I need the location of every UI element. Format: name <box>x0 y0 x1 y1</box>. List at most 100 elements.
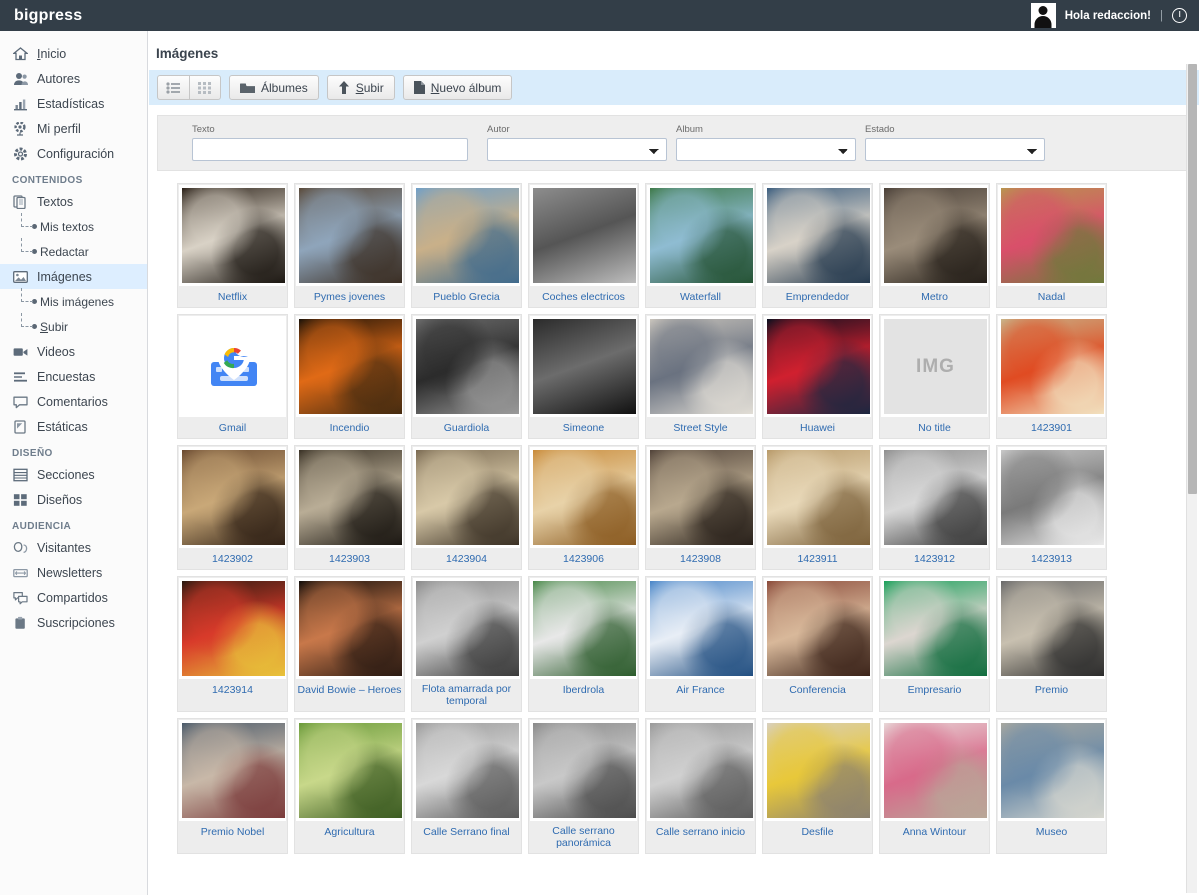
sidebar-subitem-subir[interactable]: Subir <box>0 313 147 339</box>
gallery-item-caption[interactable]: Agricultura <box>295 822 404 842</box>
sidebar-item-configuracion[interactable]: Configuración <box>0 141 147 166</box>
gallery-item[interactable]: 1423902 <box>177 445 288 570</box>
gallery-item[interactable]: Agricultura <box>294 718 405 854</box>
gallery-item-caption[interactable]: 1423904 <box>412 549 521 569</box>
gallery-item-caption[interactable]: 1423914 <box>178 680 287 700</box>
gallery-item[interactable]: Incendio <box>294 314 405 439</box>
list-view-button[interactable] <box>157 75 190 100</box>
gallery-item-caption[interactable]: 1423906 <box>529 549 638 569</box>
gallery-item[interactable]: Netflix <box>177 183 288 308</box>
sidebar-item-estadisticas[interactable]: Estadísticas <box>0 91 147 116</box>
gallery-item[interactable]: Coches electricos <box>528 183 639 308</box>
upload-button[interactable]: Subir <box>326 75 395 100</box>
gallery-item-caption[interactable]: Empresario <box>880 680 989 700</box>
gallery-item[interactable]: Guardiola <box>411 314 522 439</box>
sidebar-item-suscripciones[interactable]: Suscripciones <box>0 610 147 635</box>
gallery-item[interactable]: Premio <box>996 576 1107 712</box>
gallery-item[interactable]: Metro <box>879 183 990 308</box>
gallery-item[interactable]: David Bowie – Heroes <box>294 576 405 712</box>
sidebar-item-newsletters[interactable]: Newsletters <box>0 560 147 585</box>
power-icon[interactable] <box>1172 8 1187 23</box>
gallery-item[interactable]: 1423913 <box>996 445 1107 570</box>
gallery-item-caption[interactable]: Huawei <box>763 418 872 438</box>
gallery-item[interactable]: Huawei <box>762 314 873 439</box>
gallery-item[interactable]: 1423911 <box>762 445 873 570</box>
scrollbar-thumb[interactable] <box>1188 64 1197 494</box>
gallery-item-caption[interactable]: Guardiola <box>412 418 521 438</box>
sidebar-item-estaticas[interactable]: Estáticas <box>0 414 147 439</box>
gallery-item-caption[interactable]: 1423901 <box>997 418 1106 438</box>
gallery-item-caption[interactable]: 1423908 <box>646 549 755 569</box>
sidebar-item-disenos[interactable]: Diseños <box>0 487 147 512</box>
gallery-item-caption[interactable]: Air France <box>646 680 755 700</box>
gallery-item-caption[interactable]: Premio <box>997 680 1106 700</box>
albums-button[interactable]: Álbumes <box>229 75 319 100</box>
gallery-item[interactable]: 1423906 <box>528 445 639 570</box>
sidebar-item-encuestas[interactable]: Encuestas <box>0 364 147 389</box>
gallery-item[interactable]: 1423903 <box>294 445 405 570</box>
gallery-item[interactable]: Pymes jovenes <box>294 183 405 308</box>
gallery-item[interactable]: Calle Serrano final <box>411 718 522 854</box>
gallery-item[interactable]: Gmail <box>177 314 288 439</box>
gallery-item[interactable]: Emprendedor <box>762 183 873 308</box>
gallery-item-caption[interactable]: Gmail <box>178 418 287 438</box>
gallery-item-caption[interactable]: Pueblo Grecia <box>412 287 521 307</box>
gallery-item-caption[interactable]: Flota amarrada por temporal <box>412 680 521 711</box>
gallery-item[interactable]: Conferencia <box>762 576 873 712</box>
album-select[interactable] <box>676 138 856 161</box>
gallery-item-caption[interactable]: 1423912 <box>880 549 989 569</box>
gallery-item-caption[interactable]: Conferencia <box>763 680 872 700</box>
gallery-item-caption[interactable]: 1423913 <box>997 549 1106 569</box>
gallery-item-caption[interactable]: Metro <box>880 287 989 307</box>
gallery-item[interactable]: Nadal <box>996 183 1107 308</box>
gallery-item[interactable]: 1423908 <box>645 445 756 570</box>
gallery-item[interactable]: 1423914 <box>177 576 288 712</box>
gallery-item-caption[interactable]: Emprendedor <box>763 287 872 307</box>
gallery-item[interactable]: Empresario <box>879 576 990 712</box>
gallery-item-caption[interactable]: Pymes jovenes <box>295 287 404 307</box>
new-album-button[interactable]: Nuevo álbum <box>402 75 513 100</box>
sidebar-item-autores[interactable]: Autores <box>0 66 147 91</box>
gallery-item[interactable]: Waterfall <box>645 183 756 308</box>
gallery-item[interactable]: 1423904 <box>411 445 522 570</box>
sidebar-item-secciones[interactable]: Secciones <box>0 462 147 487</box>
gallery-item[interactable]: Simeone <box>528 314 639 439</box>
gallery-item-caption[interactable]: Desfile <box>763 822 872 842</box>
sidebar-item-compartidos[interactable]: Compartidos <box>0 585 147 610</box>
gallery-item-caption[interactable]: Anna Wintour <box>880 822 989 842</box>
gallery-item[interactable]: Iberdrola <box>528 576 639 712</box>
grid-view-button[interactable] <box>190 75 221 100</box>
gallery-item-caption[interactable]: 1423911 <box>763 549 872 569</box>
sidebar-subitem-mis-textos[interactable]: Mis textos <box>0 213 147 239</box>
gallery-item-caption[interactable]: Coches electricos <box>529 287 638 307</box>
gallery-item-caption[interactable]: Calle Serrano final <box>412 822 521 842</box>
gallery-item[interactable]: Pueblo Grecia <box>411 183 522 308</box>
gallery-item[interactable]: Calle serrano inicio <box>645 718 756 854</box>
gallery-item-caption[interactable]: 1423902 <box>178 549 287 569</box>
gallery-item[interactable]: Calle serrano panorámica <box>528 718 639 854</box>
gallery-item-caption[interactable]: Calle serrano panorámica <box>529 822 638 853</box>
sidebar-item-visitantes[interactable]: Visitantes <box>0 535 147 560</box>
sidebar-subitem-mis-imagenes[interactable]: Mis imágenes <box>0 288 147 314</box>
gallery-item[interactable]: 1423901 <box>996 314 1107 439</box>
search-input[interactable] <box>192 138 468 161</box>
status-select[interactable] <box>865 138 1045 161</box>
gallery-item[interactable]: Desfile <box>762 718 873 854</box>
gallery-item[interactable]: Street Style <box>645 314 756 439</box>
gallery-item-caption[interactable]: Street Style <box>646 418 755 438</box>
gallery-item-caption[interactable]: David Bowie – Heroes <box>295 680 404 700</box>
gallery-item-caption[interactable]: Netflix <box>178 287 287 307</box>
gallery-item-caption[interactable]: Museo <box>997 822 1106 842</box>
gallery-item[interactable]: IMG No title <box>879 314 990 439</box>
sidebar-item-videos[interactable]: Videos <box>0 339 147 364</box>
gallery-item-caption[interactable]: 1423903 <box>295 549 404 569</box>
gallery-item-caption[interactable]: Waterfall <box>646 287 755 307</box>
gallery-item[interactable]: Museo <box>996 718 1107 854</box>
vertical-scrollbar[interactable] <box>1186 64 1197 893</box>
gallery-item-caption[interactable]: Premio Nobel <box>178 822 287 842</box>
sidebar-item-comentarios[interactable]: Comentarios <box>0 389 147 414</box>
sidebar-item-textos[interactable]: Textos <box>0 189 147 214</box>
gallery-item[interactable]: Air France <box>645 576 756 712</box>
sidebar-item-mi-perfil[interactable]: Mi perfil <box>0 116 147 141</box>
sidebar-item-inicio[interactable]: Inicio <box>0 41 147 66</box>
